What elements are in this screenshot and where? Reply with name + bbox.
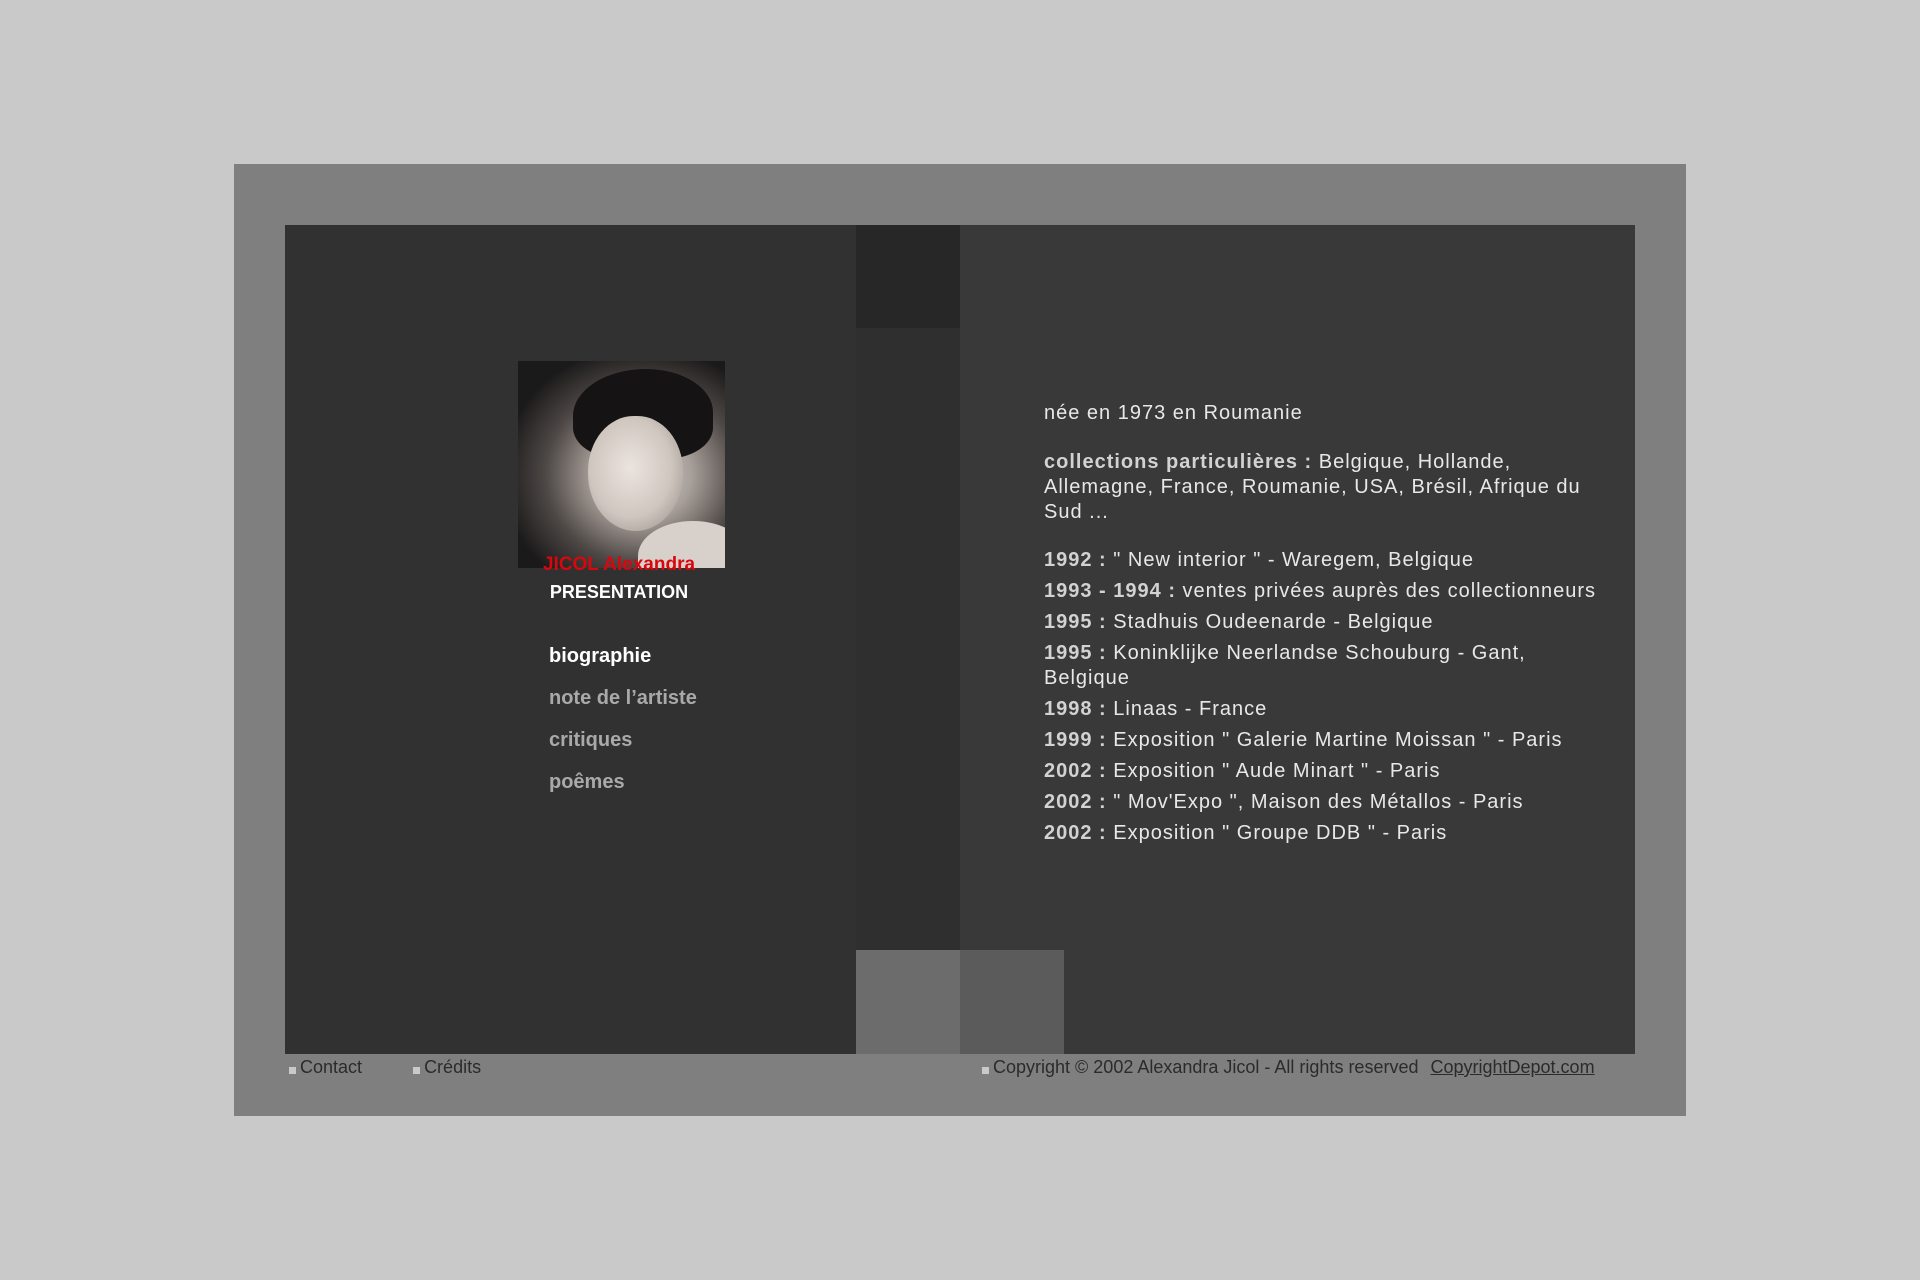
biography-content: née en 1973 en Roumanie collections part… <box>1044 401 1604 852</box>
bio-entry-year: 1995 : <box>1044 642 1107 664</box>
contact-link[interactable]: Contact <box>289 1057 385 1077</box>
artist-name: JICOL Alexandra <box>542 554 696 575</box>
footer-links: Contact Crédits <box>289 1057 527 1078</box>
bio-entry: 2002 : Exposition " Aude Minart " - Pari… <box>1044 759 1604 784</box>
main-menu: biographie note de l’artiste critiques p… <box>549 644 697 812</box>
menu-item-poemes[interactable]: poêmes <box>549 770 697 812</box>
artist-portrait <box>518 361 725 568</box>
bio-entry: 1995 : Stadhuis Oudeenarde - Belgique <box>1044 610 1604 635</box>
copyright-text: Copyright © 2002 Alexandra Jicol - All r… <box>993 1057 1419 1077</box>
bio-entry-year: 1993 - 1994 : <box>1044 580 1176 602</box>
bullet-icon <box>289 1067 296 1074</box>
credits-label: Crédits <box>424 1057 482 1077</box>
bullet-icon <box>413 1067 421 1074</box>
contact-label: Contact <box>300 1057 363 1077</box>
page-frame: JICOL Alexandra PRESENTATION biographie … <box>234 164 1686 1116</box>
bio-entry: 1992 : " New interior " - Waregem, Belgi… <box>1044 548 1604 573</box>
bio-collections-label: collections particulières : <box>1044 451 1313 473</box>
footer-copyright: Copyright © 2002 Alexandra Jicol - All r… <box>982 1057 1595 1078</box>
menu-item-biographie[interactable]: biographie <box>549 644 697 686</box>
bio-entry: 1999 : Exposition " Galerie Martine Mois… <box>1044 728 1604 753</box>
bio-collections: collections particulières : Belgique, Ho… <box>1044 450 1604 525</box>
bio-entry-year: 2002 : <box>1044 822 1107 844</box>
bio-entry: 2002 : " Mov'Expo ", Maison des Métallos… <box>1044 790 1604 815</box>
decorative-square-bottom-left <box>856 950 960 1054</box>
bio-entry-year: 1998 : <box>1044 698 1107 720</box>
bio-entry-text: Linaas - France <box>1106 698 1268 720</box>
bio-entry: 2002 : Exposition " Groupe DDB " - Paris <box>1044 821 1604 846</box>
bio-entry-text: Exposition " Groupe DDB " - Paris <box>1106 822 1448 844</box>
bio-entry-year: 1999 : <box>1044 729 1107 751</box>
section-title: PRESENTATION <box>549 582 689 602</box>
bio-entry-year: 2002 : <box>1044 791 1107 813</box>
menu-item-note-artiste[interactable]: note de l’artiste <box>549 686 697 728</box>
bio-birth: née en 1973 en Roumanie <box>1044 402 1303 424</box>
bio-entry: 1993 - 1994 : ventes privées auprès des … <box>1044 579 1604 604</box>
bio-entry: 1998 : Linaas - France <box>1044 697 1604 722</box>
left-panel <box>285 225 856 1054</box>
portrait-face <box>588 416 683 531</box>
bio-entry-text: Stadhuis Oudeenarde - Belgique <box>1106 611 1434 633</box>
bio-entry-year: 1992 : <box>1044 549 1107 571</box>
center-strip <box>856 225 960 1054</box>
bio-entry-year: 2002 : <box>1044 760 1107 782</box>
copyrightdepot-link[interactable]: CopyrightDepot.com <box>1430 1057 1594 1077</box>
decorative-square-top <box>856 225 960 328</box>
bio-entry-year: 1995 : <box>1044 611 1107 633</box>
bullet-icon <box>982 1067 989 1074</box>
bio-entry-text: ventes privées auprès des collectionneur… <box>1175 580 1596 602</box>
bio-entry-text: Exposition " Galerie Martine Moissan " -… <box>1106 729 1563 751</box>
bio-entry-text: " Mov'Expo ", Maison des Métallos - Pari… <box>1106 791 1524 813</box>
bio-entry-text: Exposition " Aude Minart " - Paris <box>1106 760 1441 782</box>
bio-entry-text: " New interior " - Waregem, Belgique <box>1106 549 1474 571</box>
decorative-square-bottom-right <box>960 950 1064 1054</box>
bio-entry: 1995 : Koninklijke Neerlandse Schouburg … <box>1044 641 1604 691</box>
menu-item-critiques[interactable]: critiques <box>549 728 697 770</box>
credits-link[interactable]: Crédits <box>413 1057 504 1077</box>
bio-entry-text: Koninklijke Neerlandse Schouburg - Gant,… <box>1044 642 1526 689</box>
